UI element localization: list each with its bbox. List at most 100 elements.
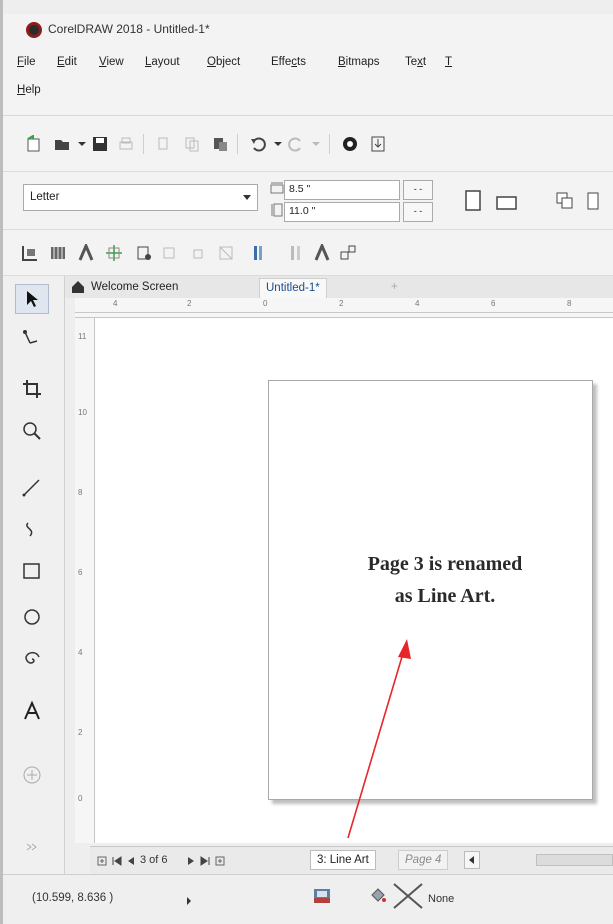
page-width-field[interactable]: 8.5 " (284, 180, 400, 200)
all-pages-icon[interactable] (554, 190, 576, 212)
scroll-left-icon[interactable] (464, 851, 480, 869)
tab-untitled-1[interactable]: Untitled-1* (259, 278, 327, 298)
cut-icon[interactable] (153, 133, 175, 155)
paper-size-select[interactable]: Letter (23, 184, 258, 211)
crop-tool-icon[interactable] (15, 374, 49, 404)
portrait-icon[interactable] (462, 190, 484, 212)
pick-tool-icon[interactable] (15, 284, 49, 314)
last-page-icon[interactable] (198, 850, 212, 872)
toolbox (3, 276, 65, 876)
page-counter: 3 of 6 (140, 854, 168, 866)
search-content-icon[interactable] (339, 133, 361, 155)
import-icon[interactable] (367, 133, 389, 155)
ruler-label: 8 (567, 299, 572, 308)
insert-page-before-icon[interactable] (94, 850, 110, 872)
distribute-icon[interactable] (285, 242, 307, 264)
print-icon[interactable] (115, 133, 137, 155)
spiral-tool-icon[interactable] (15, 644, 49, 674)
height-icon (270, 203, 284, 220)
coreldraw-logo-icon (26, 22, 42, 38)
document-tab-strip: Welcome Screen Untitled-1* + (65, 276, 613, 298)
horizontal-ruler[interactable]: 4 2 0 2 4 6 8 (75, 298, 613, 318)
redo-icon[interactable] (285, 133, 307, 155)
text-a-icon[interactable] (75, 242, 97, 264)
menu-bar: File Edit View Layout Object Effects Bit… (3, 46, 613, 116)
redo-dropdown-icon[interactable] (305, 133, 327, 155)
no-fill-icon (392, 882, 426, 913)
standard-toolbar (3, 116, 613, 172)
menu-bitmaps[interactable]: Bitmaps (338, 56, 380, 68)
ruler-label: 2 (187, 299, 192, 308)
chevron-down-icon (243, 195, 251, 200)
ruler-label: 10 (78, 408, 87, 417)
menu-help[interactable]: Help (17, 84, 41, 96)
ruler-baseline (75, 312, 613, 313)
fill-bucket-icon[interactable] (368, 886, 388, 909)
ruler-label: 4 (78, 648, 83, 657)
rectangle-tool-icon[interactable] (15, 556, 49, 586)
layout-toolbar (3, 230, 613, 276)
freehand-tool-icon[interactable] (15, 472, 49, 502)
page-navigator: 3 of 6 3: Line Art Page 4 (90, 846, 613, 874)
menu-text[interactable]: Text (405, 56, 426, 68)
ruler-label: 4 (415, 299, 420, 308)
align-icon[interactable] (249, 242, 271, 264)
vertical-ruler[interactable]: 11 10 8 6 4 2 0 (75, 318, 95, 843)
coords-expand-icon[interactable] (186, 895, 192, 909)
tab-welcome-screen[interactable]: Welcome Screen (85, 278, 184, 298)
menu-truncated[interactable]: T (445, 56, 452, 68)
ruler-label: 4 (113, 299, 118, 308)
insert-page-icon[interactable] (159, 242, 181, 264)
next-page-icon[interactable] (184, 850, 198, 872)
home-icon[interactable] (71, 280, 85, 297)
page-height-field[interactable]: 11.0 " (284, 202, 400, 222)
horizontal-scrollbar[interactable] (536, 854, 613, 866)
ruler-label: 6 (78, 568, 83, 577)
page-options-icon[interactable] (133, 242, 155, 264)
current-page-icon[interactable] (582, 190, 604, 212)
ruler-label: 2 (78, 728, 83, 737)
guidelines-icon[interactable] (103, 242, 125, 264)
ellipse-tool-icon[interactable] (15, 602, 49, 632)
barcode-icon[interactable] (47, 242, 69, 264)
landscape-icon[interactable] (496, 192, 518, 214)
new-document-icon[interactable] (23, 133, 45, 155)
switch-orientation-icon[interactable] (215, 242, 237, 264)
shape-tool-icon[interactable] (15, 324, 49, 354)
connector-icon[interactable] (337, 242, 359, 264)
snap-to-icon[interactable] (19, 242, 41, 264)
annotation-line-1: Page 3 is renamed (367, 553, 523, 575)
new-tab-button[interactable]: + (385, 278, 404, 298)
page-tab-page-4[interactable]: Page 4 (398, 850, 449, 870)
cursor-coordinates: (10.599, 8.636 ) (32, 892, 114, 904)
expand-toolbox-icon[interactable] (15, 832, 49, 862)
undo-icon[interactable] (247, 133, 269, 155)
ruler-label: 2 (339, 299, 344, 308)
menu-file[interactable]: File (17, 56, 36, 68)
save-icon[interactable] (89, 133, 111, 155)
copy-icon[interactable] (181, 133, 203, 155)
document-info-icon[interactable] (312, 886, 332, 909)
delete-page-icon[interactable] (187, 242, 209, 264)
menu-object[interactable]: Object (207, 56, 240, 68)
menu-effects[interactable]: Effects (271, 56, 306, 68)
menu-layout[interactable]: Layout (145, 56, 180, 68)
menu-edit[interactable]: Edit (57, 56, 77, 68)
open-folder-icon[interactable] (51, 133, 73, 155)
menu-view[interactable]: View (99, 56, 124, 68)
paste-icon[interactable] (209, 133, 231, 155)
artistic-text-icon[interactable] (311, 242, 333, 264)
window-title: CorelDRAW 2018 - Untitled-1* (48, 22, 210, 36)
previous-page-icon[interactable] (124, 850, 138, 872)
text-tool-icon[interactable] (15, 696, 49, 726)
insert-page-after-icon[interactable] (212, 850, 228, 872)
height-stepper[interactable]: - - (403, 202, 433, 222)
artistic-media-icon[interactable] (15, 514, 49, 544)
zoom-tool-icon[interactable] (15, 416, 49, 446)
ruler-label: 8 (78, 488, 83, 497)
add-tool-icon[interactable] (15, 760, 49, 790)
page-tab-line-art[interactable]: 3: Line Art (310, 850, 376, 870)
annotation-line-2: as Line Art. (394, 585, 496, 607)
first-page-icon[interactable] (110, 850, 124, 872)
width-stepper[interactable]: - - (403, 180, 433, 200)
